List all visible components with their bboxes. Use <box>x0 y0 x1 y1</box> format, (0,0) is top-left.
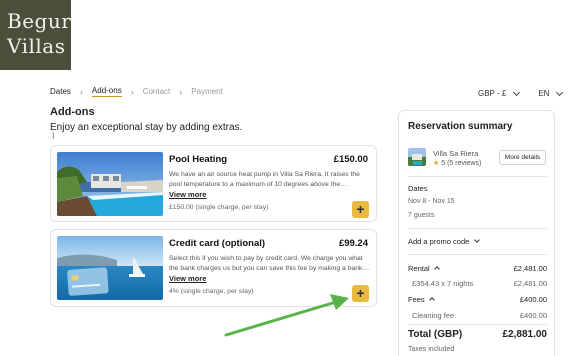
page-subtitle: Enjoy an exceptional stay by adding extr… <box>50 122 243 133</box>
reservation-summary: Reservation summary Villa Sa Riera ★ 5 (… <box>398 110 555 356</box>
fees-label: Fees <box>408 295 425 304</box>
chevron-down-icon <box>513 88 521 96</box>
brand-logo[interactable]: Begur Villas <box>0 0 71 70</box>
rental-detail-row: £354.43 x 7 nights £2,481.00 <box>408 279 547 288</box>
chevron-up-icon <box>433 266 440 272</box>
view-more-link[interactable]: View more <box>169 190 206 199</box>
addon-title: Credit card (optional) <box>169 238 266 249</box>
divider <box>408 176 547 177</box>
language-select[interactable]: EN <box>538 88 564 98</box>
chevron-up-icon <box>428 297 435 303</box>
rental-detail-label: £354.43 x 7 nights <box>412 279 474 288</box>
villa-rating: ★ 5 (5 reviews) <box>433 159 481 167</box>
breadcrumb-addons[interactable]: Add-ons <box>91 86 122 97</box>
addon-charge: 4% (single charge, per stay) <box>169 288 254 295</box>
addon-price: £150.00 <box>333 154 368 165</box>
locale-selectors: GBP - £ EN <box>478 88 564 98</box>
more-details-button[interactable]: More details <box>499 150 546 165</box>
page-title: Add-ons <box>50 106 95 118</box>
rental-detail-value: £2,481.00 <box>513 279 547 288</box>
villa-name: Villa Sa Riera <box>433 149 479 158</box>
cleaning-fee-label: Cleaning fee <box>412 311 455 320</box>
dates-label: Dates <box>408 184 428 193</box>
chevron-right-icon: › <box>179 86 183 97</box>
view-more-link[interactable]: View more <box>169 274 206 283</box>
promo-code-toggle[interactable]: Add a promo code <box>408 237 481 246</box>
chevron-right-icon: › <box>79 86 83 97</box>
rental-value: £2,481.00 <box>513 264 547 273</box>
star-icon: ★ <box>433 160 440 167</box>
addon-title: Pool Heating <box>169 154 228 165</box>
fees-row[interactable]: Fees £400.00 <box>408 295 547 304</box>
currency-select[interactable]: GBP - £ <box>478 88 521 98</box>
addon-price: £99.24 <box>338 238 368 249</box>
chevron-right-icon: › <box>130 86 134 97</box>
addon-description: We have an air source heat pump in Villa… <box>169 171 360 188</box>
addon-description: Select this if you wish to pay by credit… <box>169 255 370 272</box>
total-row: Total (GBP) £2,881.00 <box>408 329 547 340</box>
pool-photo <box>57 152 163 216</box>
chevron-down-icon <box>556 88 564 96</box>
breadcrumb-dates[interactable]: Dates <box>50 87 71 96</box>
divider <box>408 254 547 255</box>
cleaning-fee-row: Cleaning fee £400.00 <box>408 311 547 320</box>
divider <box>408 228 547 229</box>
logo-line-1: Begur <box>7 9 72 33</box>
total-label: Total (GBP) <box>408 329 463 340</box>
villa-thumbnail <box>408 148 426 166</box>
fees-value: £400.00 <box>519 295 547 304</box>
rating-text: 5 (5 reviews) <box>441 160 482 167</box>
credit-card-photo <box>57 236 163 300</box>
text-cursor-icon: I <box>52 131 55 141</box>
rental-row[interactable]: Rental £2,481.00 <box>408 264 547 273</box>
guests-value: 7 guests <box>408 212 435 219</box>
breadcrumb-payment: Payment <box>191 87 223 96</box>
divider <box>408 324 547 325</box>
total-value: £2,881.00 <box>502 329 548 340</box>
chevron-down-icon <box>474 237 481 243</box>
language-value: EN <box>538 89 550 98</box>
promo-code-label: Add a promo code <box>408 237 470 246</box>
currency-value: GBP - £ <box>478 89 507 98</box>
rental-label: Rental <box>408 264 430 273</box>
addon-card-pool-heating: Pool Heating £150.00 We have an air sour… <box>50 145 377 222</box>
add-addon-button[interactable]: + <box>352 285 369 302</box>
addon-charge: £150.00 (single charge, per stay) <box>169 204 269 211</box>
summary-title: Reservation summary <box>408 121 513 132</box>
dates-value: Nov 8 - Nov 15 <box>408 198 455 205</box>
breadcrumb-contact: Contact <box>142 87 171 96</box>
breadcrumb: Dates › Add-ons › Contact › Payment <box>50 86 223 97</box>
cleaning-fee-value: £400.00 <box>519 311 547 320</box>
taxes-note: Taxes included <box>408 346 455 353</box>
addon-card-credit-card: Credit card (optional) £99.24 Select thi… <box>50 229 377 307</box>
add-addon-button[interactable]: + <box>352 201 369 218</box>
logo-line-2: Villas <box>7 34 66 58</box>
